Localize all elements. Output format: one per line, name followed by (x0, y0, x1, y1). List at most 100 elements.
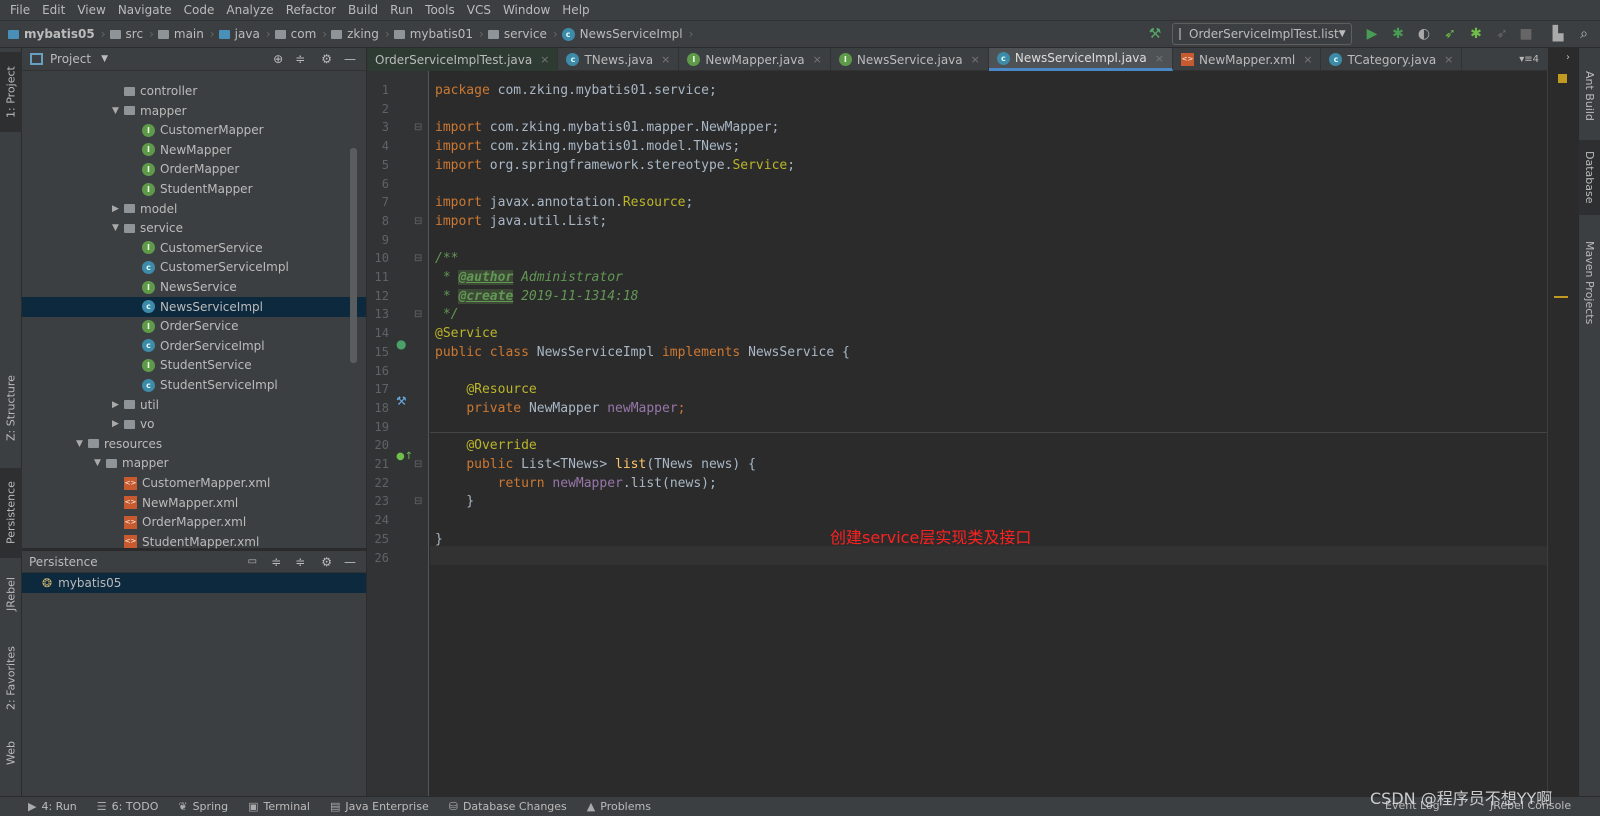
editor-tab[interactable]: c TCategory.java × (1321, 48, 1463, 71)
tree-item[interactable]: ▶ vo (22, 414, 366, 434)
tree-item[interactable]: <> StudentMapper.xml (22, 532, 366, 552)
inspection-status-icon[interactable] (1558, 74, 1567, 83)
code-line[interactable]: * @author Administrator (435, 268, 623, 287)
tree-item[interactable]: c NewsServiceImpl (22, 296, 366, 317)
menu-run[interactable]: Run (384, 3, 419, 17)
tool-button-java-enterprise[interactable]: ▤ Java Enterprise (330, 800, 429, 813)
menu-navigate[interactable]: Navigate (112, 3, 178, 17)
tree-item[interactable]: I NewMapper (22, 140, 366, 160)
code-line[interactable]: import javax.annotation.Resource; (435, 193, 693, 212)
breadcrumb-item[interactable]: mybatis01 › (393, 27, 484, 41)
tool-tab-persistence[interactable]: Persistence (0, 468, 22, 558)
expand-all-icon[interactable]: ≑ (271, 555, 281, 569)
tool-tab-favorites[interactable]: 2: Favorites (0, 638, 22, 718)
coverage-icon[interactable]: ◐ (1416, 25, 1432, 43)
menu-vcs[interactable]: VCS (461, 3, 497, 17)
tree-item[interactable]: c CustomerServiceImpl (22, 257, 366, 277)
tool-tab-web[interactable]: Web (0, 728, 22, 778)
tool-tab-project[interactable]: 1: Project (0, 52, 22, 132)
code-line[interactable]: /** (435, 249, 458, 268)
menu-build[interactable]: Build (342, 3, 384, 17)
collapsed-arrow-icon[interactable]: ▶ (112, 400, 124, 410)
menu-file[interactable]: File (4, 3, 36, 17)
breadcrumb-item[interactable]: zking › (331, 27, 390, 41)
code-line[interactable]: public List<TNews> list(TNews news) { (435, 455, 756, 474)
close-icon[interactable]: × (1444, 53, 1453, 66)
editor-tab[interactable]: <> NewMapper.xml × (1173, 48, 1322, 71)
jrebel-debug-icon[interactable]: ✱ (1468, 25, 1484, 43)
code-line[interactable]: package com.zking.mybatis01.service; (435, 81, 717, 100)
close-icon[interactable]: × (813, 53, 822, 66)
project-structure-icon[interactable]: ▙ (1550, 25, 1566, 43)
tool-tab-structure[interactable]: Z: Structure (0, 368, 22, 448)
stop-icon[interactable]: ■ (1518, 25, 1534, 43)
collapse-all-icon[interactable]: ≑ (295, 555, 305, 569)
tree-item[interactable]: <> OrderMapper.xml (22, 512, 366, 532)
search-icon[interactable]: ⌕ (1576, 25, 1592, 43)
tree-item[interactable]: ▼ service (22, 218, 366, 238)
code-line[interactable]: @Override (435, 436, 536, 455)
menu-view[interactable]: View (71, 3, 111, 17)
code-line[interactable]: import com.zking.mybatis01.mapper.NewMap… (435, 118, 779, 137)
tree-item[interactable]: I CustomerMapper (22, 120, 366, 140)
tree-item[interactable]: I StudentService (22, 355, 366, 375)
tool-tab-jrebel[interactable]: JRebel (0, 564, 22, 624)
close-icon[interactable]: × (971, 53, 980, 66)
tree-item[interactable]: ▼ mapper (22, 453, 366, 473)
menu-help[interactable]: Help (556, 3, 595, 17)
menu-analyze[interactable]: Analyze (220, 3, 279, 17)
fold-icon[interactable]: ⊟ (414, 455, 422, 474)
minimize-icon[interactable]: — (344, 52, 356, 66)
code-line[interactable]: import com.zking.mybatis01.model.TNews; (435, 137, 740, 156)
menu-refactor[interactable]: Refactor (280, 3, 342, 17)
code-editor[interactable] (430, 71, 1547, 796)
run-icon[interactable]: ▶ (1364, 25, 1380, 43)
persistence-item[interactable]: ❂ mybatis05 (22, 573, 366, 593)
collapsed-arrow-icon[interactable]: ▶ (112, 419, 124, 429)
scrollbar[interactable] (350, 148, 357, 363)
tree-item[interactable]: ▶ util (22, 395, 366, 415)
breadcrumb-item[interactable]: src › (109, 27, 154, 41)
code-line[interactable]: */ (435, 305, 459, 324)
breadcrumb-item[interactable]: com › (274, 27, 327, 41)
project-view-select[interactable]: Project (50, 52, 91, 66)
run-configuration-select[interactable]: OrderServiceImplTest.list ▼ (1172, 23, 1352, 45)
code-line[interactable]: @Resource (435, 380, 536, 399)
tool-button-run[interactable]: ▶ 4: Run (28, 800, 77, 813)
code-line[interactable]: } (435, 530, 443, 549)
editor-tab[interactable]: OrderServiceImplTest.java × (367, 48, 559, 71)
tree-item[interactable]: controller (22, 81, 366, 101)
tree-item[interactable]: ▼ mapper (22, 101, 366, 121)
code-line[interactable]: public class NewsServiceImpl implements … (435, 343, 850, 362)
debug-icon[interactable]: ✱ (1390, 25, 1406, 43)
breadcrumb-item[interactable]: c NewsServiceImpl › (561, 27, 693, 41)
tree-item[interactable]: I StudentMapper (22, 179, 366, 199)
tool-button-terminal[interactable]: ▣ Terminal (248, 800, 310, 813)
tool-tab-database[interactable]: Database (1579, 140, 1600, 215)
tool-button-todo[interactable]: ☰ 6: TODO (97, 800, 159, 813)
expanded-arrow-icon[interactable]: ▼ (112, 223, 124, 233)
tool-tab-maven[interactable]: Maven Projects (1579, 228, 1600, 338)
fold-icon[interactable]: ⊟ (414, 249, 422, 268)
close-icon[interactable]: × (540, 53, 549, 66)
menu-edit[interactable]: Edit (36, 3, 71, 17)
editor-tab[interactable]: c TNews.java × (558, 48, 680, 71)
locate-icon[interactable]: ⊕ (273, 52, 283, 66)
tree-item[interactable]: I OrderMapper (22, 159, 366, 179)
fold-icon[interactable]: ⊟ (414, 492, 422, 511)
code-line[interactable]: @Service (435, 324, 498, 343)
tree-item[interactable]: <> NewMapper.xml (22, 493, 366, 513)
tabs-overflow-button[interactable]: ▾≡ 4 (1519, 48, 1547, 70)
minimize-icon[interactable]: — (344, 555, 356, 569)
tool-button-problems[interactable]: ▲ Problems (587, 800, 651, 813)
tree-item[interactable]: <> CustomerMapper.xml (22, 473, 366, 493)
code-line[interactable]: import java.util.List; (435, 212, 607, 231)
editor-tab[interactable]: c NewsServiceImpl.java × (988, 48, 1173, 71)
editor-tab[interactable]: I NewsService.java × (831, 48, 989, 71)
implemented-class-gutter-icon[interactable]: ● (396, 337, 406, 351)
tree-item[interactable]: ▼ resources (22, 434, 366, 454)
warning-marker[interactable] (1554, 296, 1568, 298)
tree-item[interactable]: c OrderServiceImpl (22, 336, 366, 356)
collapsed-arrow-icon[interactable]: ▶ (112, 204, 124, 214)
chevron-down-icon[interactable]: ▼ (101, 54, 108, 64)
